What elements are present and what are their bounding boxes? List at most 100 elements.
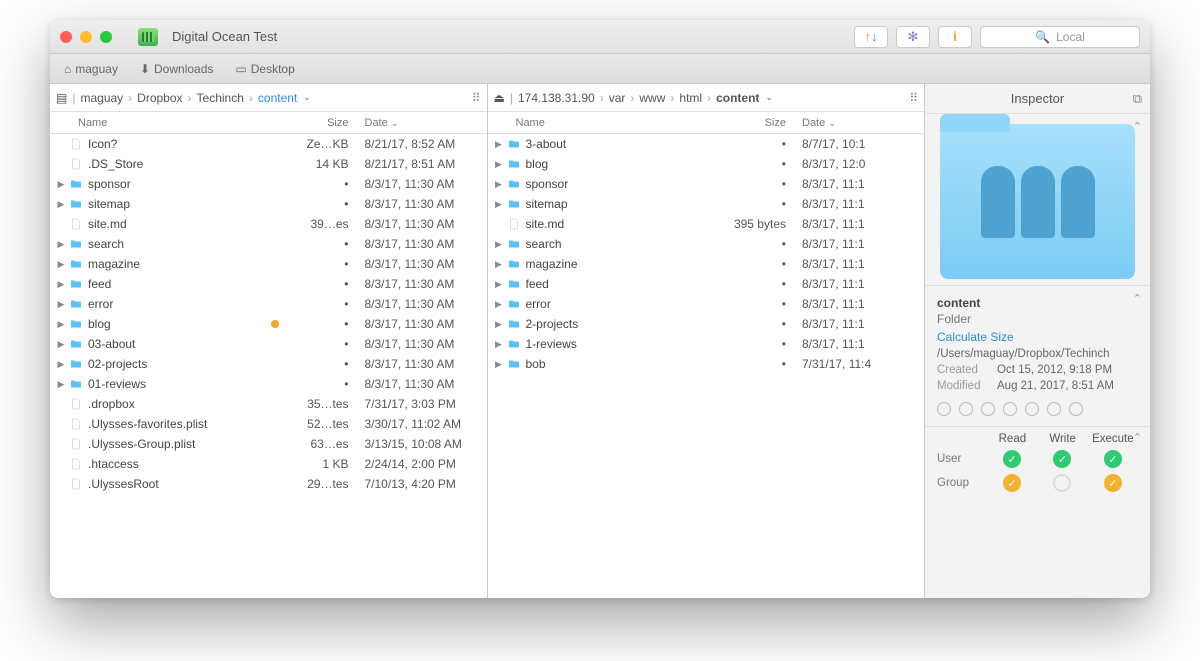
disclosure-arrow-icon[interactable]: ▶ (492, 279, 506, 290)
disclosure-arrow-icon[interactable]: ▶ (54, 259, 68, 270)
disclosure-arrow-icon[interactable]: ▶ (54, 179, 68, 190)
crumb-active[interactable]: content (258, 91, 297, 105)
disclosure-arrow-icon[interactable]: ▶ (492, 319, 506, 330)
file-date: 2/24/14, 2:00 PM (357, 457, 487, 471)
permission-toggle[interactable] (1003, 474, 1021, 492)
search-placeholder: Local (1056, 30, 1085, 44)
file-size: • (287, 177, 357, 191)
favorite-maguay[interactable]: ⌂ maguay (56, 60, 126, 78)
info-button[interactable]: i (938, 26, 972, 48)
file-row[interactable]: ▶02-projects•8/3/17, 11:30 AM (50, 354, 487, 374)
file-row[interactable]: ▶03-about•8/3/17, 11:30 AM (50, 334, 487, 354)
file-row[interactable]: .Ulysses-favorites.plist52…tes3/30/17, 1… (50, 414, 487, 434)
file-row[interactable]: .UlyssesRoot29…tes7/10/13, 4:20 PM (50, 474, 487, 494)
file-list-right[interactable]: ▶3-about•8/7/17, 10:1▶blog•8/3/17, 12:0▶… (488, 134, 925, 598)
file-row[interactable]: ▶search•8/3/17, 11:30 AM (50, 234, 487, 254)
collapse-icon[interactable]: ⌃ (1133, 431, 1142, 444)
file-row[interactable]: .htaccess1 KB2/24/14, 2:00 PM (50, 454, 487, 474)
disclosure-arrow-icon[interactable]: ▶ (492, 179, 506, 190)
favorite-desktop[interactable]: ▭ Desktop (227, 60, 302, 78)
disclosure-arrow-icon[interactable]: ▶ (54, 279, 68, 290)
file-row[interactable]: ▶2-projects•8/3/17, 11:1 (488, 314, 925, 334)
file-row[interactable]: ▶01-reviews•8/3/17, 11:30 AM (50, 374, 487, 394)
disclosure-arrow-icon[interactable]: ▶ (492, 159, 506, 170)
crumb[interactable]: www (639, 91, 665, 105)
sync-button[interactable]: ↑↓ (854, 26, 888, 48)
chevron-down-icon[interactable]: ⌄ (303, 92, 311, 103)
crumb[interactable]: 174.138.31.90 (518, 91, 595, 105)
disclosure-arrow-icon[interactable]: ▶ (492, 259, 506, 270)
activity-button[interactable]: ✻ (896, 26, 930, 48)
permission-toggle[interactable] (1053, 474, 1071, 492)
file-row[interactable]: ▶blog•8/3/17, 12:0 (488, 154, 925, 174)
search-field[interactable]: 🔍 Local (980, 26, 1140, 48)
file-row[interactable]: .dropbox35…tes7/31/17, 3:03 PM (50, 394, 487, 414)
collapse-icon[interactable]: ⌃ (1133, 292, 1142, 305)
crumb[interactable]: var (609, 91, 626, 105)
file-row[interactable]: ▶3-about•8/7/17, 10:1 (488, 134, 925, 154)
permission-toggle[interactable] (1003, 450, 1021, 468)
crumb[interactable]: Techinch (197, 91, 244, 105)
file-row[interactable]: site.md395 bytes8/3/17, 11:1 (488, 214, 925, 234)
disclosure-arrow-icon[interactable]: ▶ (492, 359, 506, 370)
disclosure-arrow-icon[interactable]: ▶ (492, 299, 506, 310)
crumb[interactable]: Dropbox (137, 91, 182, 105)
chevron-down-icon[interactable]: ⌄ (765, 92, 773, 103)
view-grid-icon[interactable]: ⠿ (472, 91, 481, 105)
file-name: search (88, 237, 287, 251)
file-row[interactable]: ▶feed•8/3/17, 11:30 AM (50, 274, 487, 294)
disclosure-arrow-icon[interactable]: ▶ (54, 299, 68, 310)
file-row[interactable]: ▶sitemap•8/3/17, 11:30 AM (50, 194, 487, 214)
file-list-left[interactable]: Icon?Ze…KB8/21/17, 8:52 AM.DS_Store14 KB… (50, 134, 487, 598)
col-date[interactable]: Date ⌄ (794, 117, 924, 129)
crumb-active[interactable]: content (716, 91, 759, 105)
tag-circles[interactable] (937, 402, 1138, 416)
crumb[interactable]: maguay (80, 91, 123, 105)
disclosure-arrow-icon[interactable]: ▶ (54, 239, 68, 250)
disk-icon[interactable]: ▤ (56, 91, 67, 105)
disclosure-arrow-icon[interactable]: ▶ (492, 339, 506, 350)
file-row[interactable]: Icon?Ze…KB8/21/17, 8:52 AM (50, 134, 487, 154)
disclosure-arrow-icon[interactable]: ▶ (54, 199, 68, 210)
file-row[interactable]: ▶error•8/3/17, 11:30 AM (50, 294, 487, 314)
file-date: 8/3/17, 11:1 (794, 257, 924, 271)
col-size[interactable]: Size (724, 117, 794, 129)
file-row[interactable]: ▶error•8/3/17, 11:1 (488, 294, 925, 314)
file-row[interactable]: ▶magazine•8/3/17, 11:1 (488, 254, 925, 274)
duplicate-icon[interactable]: ⧉ (1133, 91, 1142, 107)
eject-icon[interactable]: ⏏ (494, 91, 505, 105)
file-row[interactable]: ▶blog•8/3/17, 11:30 AM (50, 314, 487, 334)
file-row[interactable]: site.md39…es8/3/17, 11:30 AM (50, 214, 487, 234)
file-row[interactable]: .Ulysses-Group.plist63…es3/13/15, 10:08 … (50, 434, 487, 454)
disclosure-arrow-icon[interactable]: ▶ (54, 339, 68, 350)
disclosure-arrow-icon[interactable]: ▶ (492, 139, 506, 150)
zoom-icon[interactable] (100, 31, 112, 43)
col-name[interactable]: Name (78, 117, 287, 129)
file-row[interactable]: ▶sponsor•8/3/17, 11:30 AM (50, 174, 487, 194)
permission-toggle[interactable] (1053, 450, 1071, 468)
file-row[interactable]: ▶sitemap•8/3/17, 11:1 (488, 194, 925, 214)
file-row[interactable]: ▶search•8/3/17, 11:1 (488, 234, 925, 254)
disclosure-arrow-icon[interactable]: ▶ (492, 199, 506, 210)
file-row[interactable]: ▶sponsor•8/3/17, 11:1 (488, 174, 925, 194)
favorite-downloads[interactable]: ⬇ Downloads (132, 60, 221, 78)
close-icon[interactable] (60, 31, 72, 43)
calculate-size-button[interactable]: Calculate Size (937, 330, 1138, 344)
file-row[interactable]: ▶1-reviews•8/3/17, 11:1 (488, 334, 925, 354)
crumb[interactable]: html (679, 91, 702, 105)
permission-toggle[interactable] (1104, 450, 1122, 468)
disclosure-arrow-icon[interactable]: ▶ (54, 379, 68, 390)
disclosure-arrow-icon[interactable]: ▶ (54, 319, 68, 330)
file-row[interactable]: ▶magazine•8/3/17, 11:30 AM (50, 254, 487, 274)
file-row[interactable]: ▶feed•8/3/17, 11:1 (488, 274, 925, 294)
file-row[interactable]: ▶bob•7/31/17, 11:4 (488, 354, 925, 374)
minimize-icon[interactable] (80, 31, 92, 43)
disclosure-arrow-icon[interactable]: ▶ (54, 359, 68, 370)
view-grid-icon[interactable]: ⠿ (909, 91, 918, 105)
permission-toggle[interactable] (1104, 474, 1122, 492)
col-size[interactable]: Size (287, 117, 357, 129)
disclosure-arrow-icon[interactable]: ▶ (492, 239, 506, 250)
col-date[interactable]: Date ⌄ (357, 117, 487, 129)
file-row[interactable]: .DS_Store14 KB8/21/17, 8:51 AM (50, 154, 487, 174)
col-name[interactable]: Name (516, 117, 725, 129)
